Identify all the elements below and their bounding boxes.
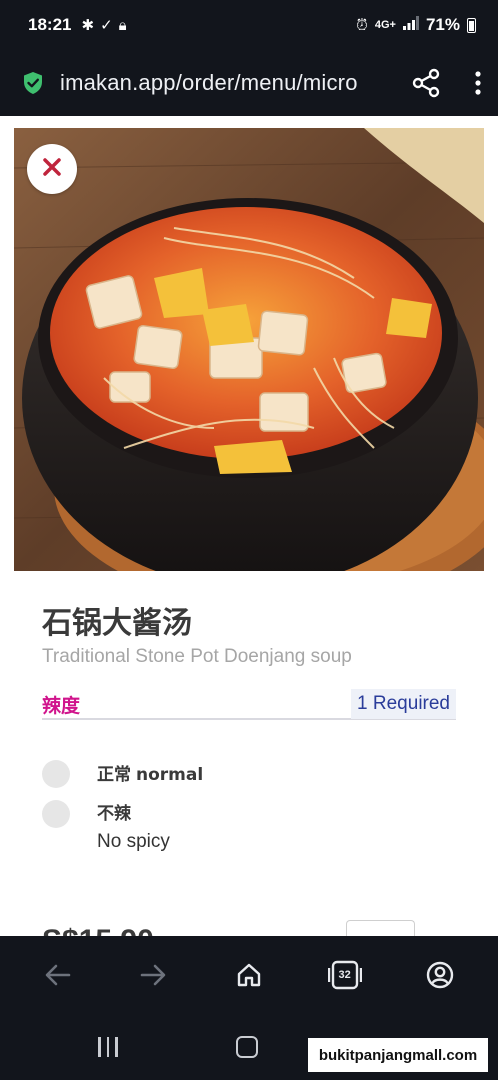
item-title-english: Traditional Stone Pot Doenjang soup xyxy=(42,646,352,667)
arrow-right-icon xyxy=(141,964,166,985)
arrow-left-icon xyxy=(45,964,71,985)
back-button[interactable] xyxy=(28,945,88,1005)
status-time: 18:21 xyxy=(28,15,72,34)
item-price: S$15.90 xyxy=(42,924,154,936)
dish-image xyxy=(14,128,484,571)
status-right-icons: ⏰︎ 4G+ 71% xyxy=(356,15,476,35)
battery-percent: 71% xyxy=(425,15,460,34)
radio-no-spicy[interactable] xyxy=(42,800,70,828)
recent-apps-button[interactable] xyxy=(98,1036,118,1057)
network-label: 4G+ xyxy=(374,19,396,31)
option-normal-zh: 正常 xyxy=(97,765,131,785)
signal-icon xyxy=(402,16,419,34)
option-normal-en: normal xyxy=(136,765,204,785)
browser-url-bar: imakan.app/order/menu/micro xyxy=(0,50,498,116)
required-badge: 1 Required xyxy=(351,689,456,719)
tabs-button[interactable]: 32 xyxy=(315,945,375,1005)
spice-level-label: 辣度 xyxy=(42,694,81,717)
watermark: bukitpanjangmall.com xyxy=(308,1038,488,1072)
browser-bottom-nav: 32 xyxy=(0,936,498,1013)
option-no-spicy-zh: 不辣 xyxy=(97,804,131,824)
option-no-spicy-en: No spicy xyxy=(97,831,170,852)
radio-normal[interactable] xyxy=(42,760,70,788)
quantity-selector[interactable] xyxy=(346,920,415,936)
share-icon[interactable] xyxy=(412,68,440,98)
lock-icon: 🔒︎ xyxy=(118,16,127,34)
more-menu-icon[interactable] xyxy=(474,70,482,96)
home-icon xyxy=(237,963,261,986)
option-normal[interactable]: 正常 normal xyxy=(42,760,203,789)
status-left-icons: ✱ ✓ 🔒︎ xyxy=(81,16,127,35)
profile-icon xyxy=(426,961,454,988)
spice-level-header: 辣度 1 Required xyxy=(42,689,456,720)
battery-icon xyxy=(467,17,476,33)
system-home-button[interactable] xyxy=(235,1035,258,1058)
menu-item-detail: 石锅大酱汤 Traditional Stone Pot Doenjang sou… xyxy=(0,116,498,936)
item-title-chinese: 石锅大酱汤 xyxy=(42,606,192,641)
profile-button[interactable] xyxy=(410,945,470,1005)
forward-button[interactable] xyxy=(123,945,183,1005)
option-no-spicy[interactable]: 不辣 No spicy xyxy=(42,800,170,856)
alarm-icon: ⏰︎ xyxy=(356,16,368,34)
tab-count: 32 xyxy=(338,968,351,981)
home-button[interactable] xyxy=(219,945,279,1005)
close-icon xyxy=(43,157,61,181)
person-pin-icon: ✱ xyxy=(81,17,95,34)
status-bar: 18:21 ✱ ✓ 🔒︎ ⏰︎ 4G+ 71% xyxy=(0,0,498,50)
close-button[interactable] xyxy=(27,144,77,194)
url-address[interactable]: imakan.app/order/menu/micro xyxy=(60,70,378,96)
secure-shield-icon[interactable] xyxy=(22,71,44,95)
check-circle-icon: ✓ xyxy=(100,17,113,34)
